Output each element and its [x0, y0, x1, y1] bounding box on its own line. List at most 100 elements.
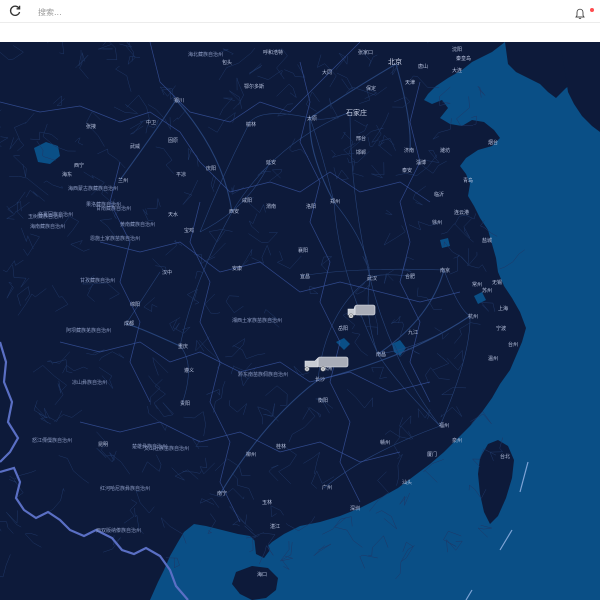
city-label[interactable]: 岳阳 — [338, 326, 348, 332]
city-label[interactable]: 怒江傈僳族自治州 — [32, 438, 72, 444]
city-label[interactable]: 宁波 — [496, 326, 506, 332]
city-label[interactable]: 桂林 — [276, 444, 286, 450]
city-label[interactable]: 文山壮族苗族自治州 — [144, 446, 189, 452]
city-label[interactable]: 上海 — [498, 306, 508, 312]
city-label[interactable]: 石家庄 — [346, 110, 367, 117]
city-label[interactable]: 鄂尔多斯 — [244, 84, 264, 90]
city-label[interactable]: 汉中 — [162, 270, 172, 276]
city-label[interactable]: 海口 — [257, 572, 267, 578]
city-label[interactable]: 昆明 — [98, 442, 108, 448]
city-label[interactable]: 包头 — [222, 60, 232, 66]
city-label[interactable]: 阿坝藏族羌族自治州 — [66, 328, 111, 334]
city-label[interactable]: 贵阳 — [180, 401, 190, 407]
city-label[interactable]: 绵阳 — [130, 302, 140, 308]
city-label[interactable]: 张掖 — [86, 124, 96, 130]
city-label[interactable]: 海西蒙古族藏族自治州 — [68, 186, 118, 192]
city-label[interactable]: 天水 — [168, 212, 178, 218]
city-label[interactable]: 安康 — [232, 266, 242, 272]
city-label[interactable]: 郑州 — [330, 199, 340, 205]
city-label[interactable]: 红河哈尼族彝族自治州 — [100, 486, 150, 492]
map-view[interactable]: 北京 天津 石家庄 太原 济南 郑州 西安 兰州 西宁 银川 呼和浩特 武汉 合… — [0, 42, 600, 600]
city-label[interactable]: 重庆 — [178, 344, 188, 350]
bell-icon[interactable] — [575, 5, 585, 20]
city-label[interactable]: 平凉 — [176, 172, 186, 178]
truck-marker[interactable] — [346, 304, 376, 318]
city-label[interactable]: 玉林 — [262, 500, 272, 506]
city-label[interactable]: 甘孜藏族自治州 — [80, 278, 115, 284]
city-label[interactable]: 青岛 — [463, 178, 473, 184]
city-label[interactable]: 唐山 — [418, 64, 428, 70]
city-label[interactable]: 呼和浩特 — [263, 50, 283, 56]
city-label[interactable]: 张家口 — [358, 50, 373, 56]
city-label[interactable]: 海南藏族自治州 — [30, 224, 65, 230]
city-label[interactable]: 宜昌 — [300, 274, 310, 280]
city-label[interactable]: 大同 — [322, 70, 332, 76]
city-label[interactable]: 银川 — [174, 98, 184, 104]
city-label[interactable]: 固原 — [168, 138, 178, 144]
refresh-icon[interactable] — [8, 4, 22, 18]
city-label[interactable]: 赣州 — [380, 440, 390, 446]
city-label[interactable]: 杭州 — [468, 314, 478, 320]
city-label[interactable]: 温州 — [488, 356, 498, 362]
city-label[interactable]: 武汉 — [367, 276, 377, 282]
city-label[interactable]: 广州 — [322, 485, 332, 491]
city-label[interactable]: 西宁 — [74, 163, 84, 169]
search-input[interactable] — [36, 3, 300, 21]
city-label[interactable]: 汕头 — [402, 480, 412, 486]
city-label[interactable]: 九江 — [408, 330, 418, 336]
city-label[interactable]: 太原 — [307, 116, 317, 122]
city-label[interactable]: 凉山彝族自治州 — [72, 380, 107, 386]
city-label[interactable]: 常州 — [472, 282, 482, 288]
city-label[interactable]: 淄博 — [416, 160, 426, 166]
city-label[interactable]: 湛江 — [270, 524, 280, 530]
city-label[interactable]: 西双版纳傣族自治州 — [96, 528, 141, 534]
city-label[interactable]: 洛阳 — [306, 204, 316, 210]
city-label[interactable]: 宝鸡 — [184, 228, 194, 234]
city-label[interactable]: 武威 — [130, 144, 140, 150]
city-label[interactable]: 连云港 — [454, 210, 469, 216]
city-label[interactable]: 无锡 — [492, 280, 502, 286]
city-label[interactable]: 兰州 — [118, 178, 128, 184]
city-label[interactable]: 渭南 — [266, 204, 276, 210]
city-label[interactable]: 泉州 — [452, 438, 462, 444]
city-label[interactable]: 深圳 — [350, 506, 360, 512]
city-label[interactable]: 长沙 — [315, 377, 325, 383]
city-label[interactable]: 临夏回族自治州 — [38, 212, 73, 218]
city-label[interactable]: 南宁 — [217, 491, 227, 497]
city-label[interactable]: 黄南藏族自治州 — [120, 222, 155, 228]
city-label[interactable]: 遵义 — [184, 368, 194, 374]
city-label[interactable]: 福州 — [439, 423, 449, 429]
city-label[interactable]: 秦皇岛 — [456, 56, 471, 62]
city-label[interactable]: 保定 — [366, 86, 376, 92]
city-label[interactable]: 台州 — [508, 342, 518, 348]
city-label[interactable]: 泰安 — [402, 168, 412, 174]
city-label[interactable]: 恩施土家族苗族自治州 — [90, 236, 140, 242]
city-label[interactable]: 中卫 — [146, 120, 156, 126]
city-label[interactable]: 西安 — [229, 209, 239, 215]
city-label[interactable]: 延安 — [266, 160, 276, 166]
city-label[interactable]: 苏州 — [482, 288, 492, 294]
city-label[interactable]: 成都 — [124, 321, 134, 327]
city-label[interactable]: 北京 — [388, 59, 402, 66]
city-label[interactable]: 南京 — [440, 268, 450, 274]
city-label[interactable]: 襄阳 — [298, 248, 308, 254]
city-label[interactable]: 庆阳 — [206, 166, 216, 172]
city-label[interactable]: 衡阳 — [318, 398, 328, 404]
city-label[interactable]: 烟台 — [488, 140, 498, 146]
city-label[interactable]: 南昌 — [376, 352, 386, 358]
city-label[interactable]: 海东 — [62, 172, 72, 178]
city-label[interactable]: 湘西土家族苗族自治州 — [232, 318, 282, 324]
city-label[interactable]: 海北藏族自治州 — [188, 52, 223, 58]
city-label[interactable]: 大连 — [452, 68, 462, 74]
city-label[interactable]: 黔东南苗族侗族自治州 — [238, 372, 288, 378]
city-label[interactable]: 盐城 — [482, 238, 492, 244]
city-label[interactable]: 合肥 — [405, 274, 415, 280]
city-label[interactable]: 潍坊 — [440, 148, 450, 154]
city-label[interactable]: 厦门 — [427, 452, 437, 458]
city-label[interactable]: 榆林 — [246, 122, 256, 128]
city-label[interactable]: 柳州 — [246, 452, 256, 458]
city-label[interactable]: 济南 — [404, 148, 414, 154]
truck-marker[interactable] — [302, 356, 350, 372]
city-label[interactable]: 邢台 — [356, 136, 366, 142]
city-label[interactable]: 沈阳 — [452, 47, 462, 53]
